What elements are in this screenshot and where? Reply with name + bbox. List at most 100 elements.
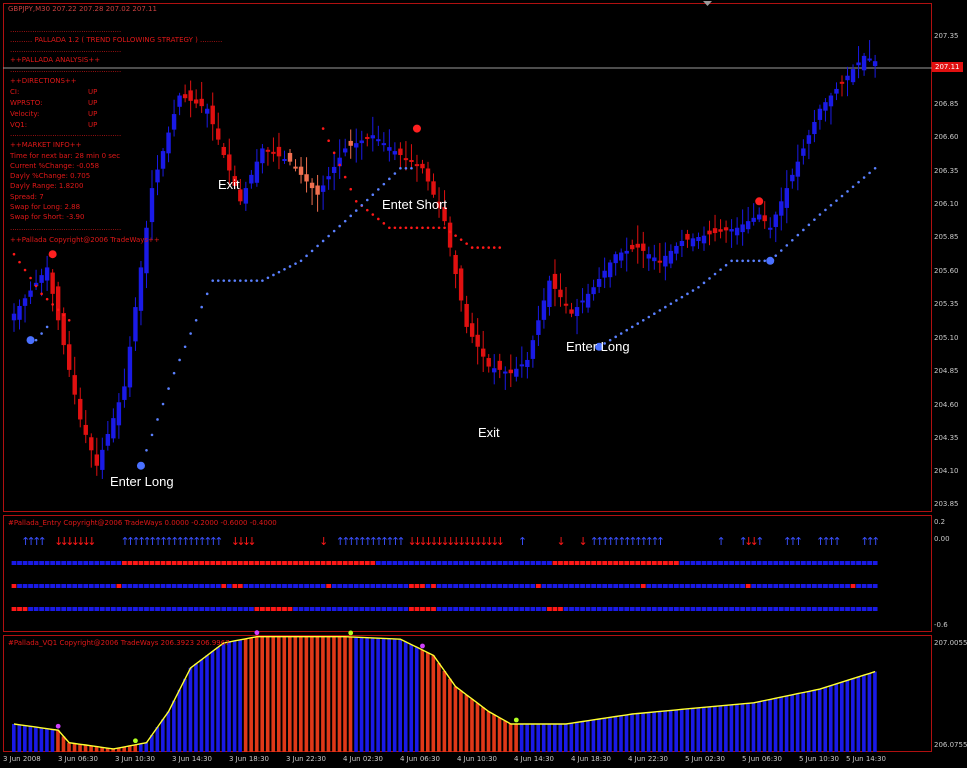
signal-strip-cell [591, 561, 596, 565]
vq-histogram-bar [138, 743, 143, 752]
candle-body [298, 166, 304, 175]
blue-stop-dot [702, 281, 706, 285]
signal-strip-cell [442, 584, 447, 588]
blue-stop-dot [354, 209, 358, 212]
vq-histogram-bar [806, 691, 811, 752]
blue-stop-dot [735, 259, 739, 263]
signal-strip-cell [613, 561, 619, 565]
direction-label-wprsto: WPRSTO: [10, 99, 43, 107]
signal-strip-cell [850, 607, 856, 611]
signal-strip-cell [309, 607, 315, 611]
blue-stop-dot [636, 322, 640, 325]
signal-strip-cell [33, 584, 39, 588]
signal-strip-cell [403, 584, 409, 588]
vq-histogram-bar [497, 717, 502, 752]
y-tick-label: 204.60 [934, 401, 959, 409]
signal-strip-cell [282, 584, 287, 588]
entry-up-arrow: ↑ [38, 535, 47, 548]
entry-axis-1: 0.2 [934, 518, 946, 526]
x-tick-label: 4 Jun 06:30 [400, 755, 441, 763]
blue-stop-dot [360, 203, 364, 207]
vq-histogram-bar [519, 723, 524, 752]
signal-strip-cell [210, 607, 216, 611]
signal-strip-cell [453, 561, 458, 565]
blue-stop-dot [388, 177, 391, 181]
red-stop-dot [404, 226, 408, 230]
blue-stop-dot [399, 166, 402, 170]
signal-strip-cell [845, 584, 850, 588]
candle-body [718, 229, 723, 232]
candle-body [343, 148, 348, 153]
vq-histogram-bar [464, 694, 469, 752]
signal-strip-cell [420, 607, 425, 611]
signal-strip-cell [574, 584, 580, 588]
signal-strip-cell [320, 607, 326, 611]
signal-strip-cell [265, 561, 271, 565]
signal-strip-cell [77, 607, 83, 611]
vq-histogram-bar [144, 742, 149, 752]
vq-histogram-bar [580, 721, 585, 752]
signal-strip-cell [353, 584, 359, 588]
signal-strip-cell [767, 584, 773, 588]
vq-histogram-bar [321, 636, 325, 752]
signal-strip-cell [618, 584, 624, 588]
vq-histogram-bar [558, 723, 563, 752]
candle-body [663, 255, 668, 267]
y-tick-label: 205.85 [934, 233, 959, 241]
signal-strip-cell [50, 561, 56, 565]
blue-stop-dot [625, 328, 629, 332]
signal-strip-cell [232, 561, 238, 565]
vq-histogram-bar [873, 671, 877, 752]
candle-body [812, 121, 817, 135]
signal-strip-cell [133, 561, 138, 565]
vq-histogram-bar [514, 723, 518, 752]
signal-strip-cell [668, 561, 674, 565]
signal-dot [766, 256, 775, 265]
signal-strip-cell [287, 561, 293, 565]
vq-histogram-bar [569, 723, 574, 752]
signal-strip-cell [812, 607, 817, 611]
candle-body [359, 140, 364, 144]
blue-stop-dot [713, 272, 717, 276]
signal-strip-cell [563, 561, 569, 565]
vq-histogram-bar [541, 723, 546, 752]
signal-strip-cell [66, 561, 72, 565]
signal-strip-cell [701, 561, 707, 565]
signal-strip-cell [326, 584, 332, 588]
signal-strip-cell [11, 607, 17, 611]
signal-strip-cell [469, 607, 475, 611]
red-stop-dot [448, 230, 452, 234]
signal-strip-cell [712, 607, 718, 611]
candle-body [89, 437, 94, 451]
signal-strip-cell [420, 584, 425, 588]
candle-body [304, 174, 309, 182]
panel-title: .......... PALLADA 1.2 ( TREND FOLLOWING… [10, 36, 223, 44]
y-tick-label: 203.85 [934, 500, 959, 508]
signal-strip-cell [850, 584, 856, 588]
signal-strip-cell [155, 561, 160, 565]
signal-strip-cell [392, 584, 398, 588]
red-stop-dot [426, 226, 430, 230]
signal-strip-cell [861, 607, 867, 611]
blue-stop-dot [697, 285, 700, 289]
blue-stop-dot [233, 279, 237, 282]
vq-histogram-bar [243, 638, 248, 752]
candle-body [481, 348, 486, 357]
signal-strip-cell [558, 607, 563, 611]
annotation-enter-short: Entet Short [382, 197, 448, 212]
signal-strip-cell [464, 561, 470, 565]
blue-stop-dot [619, 332, 623, 335]
signal-strip-cell [72, 561, 78, 565]
vq-histogram-bar [392, 638, 397, 752]
market-line-4: Dayly Range: 1.8200 [10, 182, 84, 190]
signal-strip-cell [740, 584, 746, 588]
red-stop-dot [410, 226, 413, 230]
vq-histogram-bar [536, 723, 540, 752]
signal-strip-cell [729, 607, 734, 611]
signal-strip-cell [453, 607, 458, 611]
vq-histogram-bar [690, 708, 695, 752]
signal-strip-cell [276, 607, 282, 611]
candle-body [381, 143, 387, 146]
signal-strip-cell [260, 584, 265, 588]
x-tick-label: 5 Jun 06:30 [742, 755, 783, 763]
